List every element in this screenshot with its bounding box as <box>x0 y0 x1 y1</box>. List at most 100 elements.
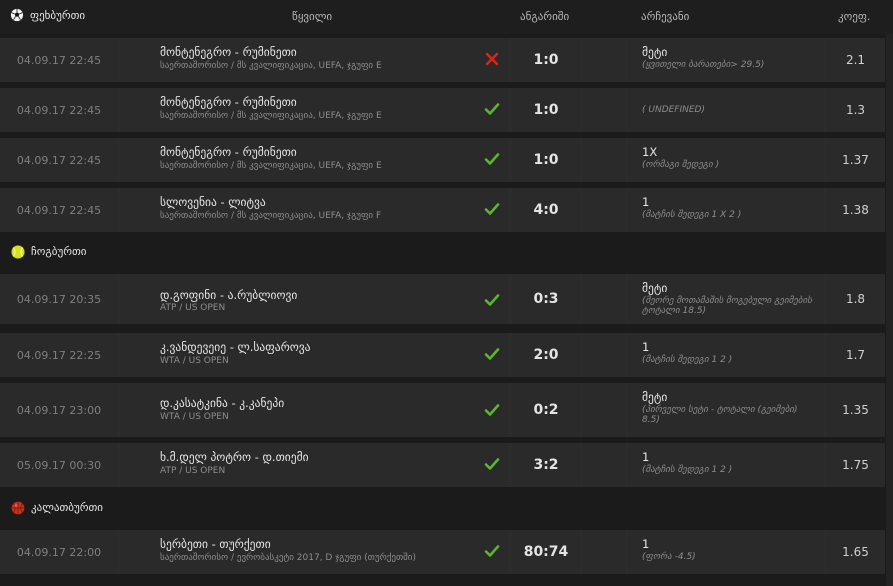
selection-description: (ყვითელი ბარათები> 29.5) <box>642 60 765 70</box>
sport-basketball-header: კალათბურთი <box>0 489 893 527</box>
selection-cell: 1 (მატჩის შედეგი 1 2 ) <box>628 333 824 377</box>
selection-cell: მეტი (პირველი სეტი - ტოტალი (გეიმები) 8.… <box>628 383 824 437</box>
event-league: საერთაშორისო / მს კვალიფიკაცია, UEFA, ჯგ… <box>160 211 382 221</box>
odd-value: 2.1 <box>826 38 885 82</box>
event-teams: მონტენეგრო - რუმინეთი <box>160 95 297 109</box>
selection-description: (მეორე მოთამაშის მოგებული გეიმების ტოტალ… <box>642 296 812 316</box>
selection-name: 1 <box>642 537 650 551</box>
selection-cell: მეტი (ყვითელი ბარათები> 29.5) <box>628 38 824 82</box>
event-teams: მონტენეგრო - რუმინეთი <box>160 45 297 59</box>
sport-football-header: ფეხბურთი <box>10 8 85 22</box>
won-check-icon <box>484 404 500 416</box>
selection-cell: 1 (ფორა -4.5) <box>628 530 824 574</box>
selection-cell: მეტი (მეორე მოთამაშის მოგებული გეიმების … <box>628 274 824 324</box>
event-league: ATP / US OPEN <box>160 466 226 476</box>
table-row[interactable]: 04.09.17 20:35 დ.გოფინი - ა.რუბლიოვი ATP… <box>0 274 885 324</box>
won-check-icon <box>484 294 500 306</box>
event-score: 3:2 <box>512 443 580 487</box>
empty-cell <box>582 138 626 182</box>
event-cell: მონტენეგრო - რუმინეთი საერთაშორისო / მს … <box>120 38 508 82</box>
vertical-scrollbar[interactable] <box>886 34 893 586</box>
football-icon <box>10 8 24 22</box>
table-row[interactable]: 04.09.17 22:25 კ.ვანდევეიე - ლ.საფაროვა … <box>0 333 885 377</box>
bet-date: 04.09.17 22:00 <box>0 530 118 574</box>
table-row[interactable]: 05.09.17 00:30 ხ.მ.დელ პოტრო - დ.თიემი A… <box>0 443 885 487</box>
table-row[interactable]: 04.09.17 23:00 დ.კასატკინა - კ.კანეპი WT… <box>0 383 885 437</box>
bet-date: 04.09.17 22:45 <box>0 38 118 82</box>
event-league: საერთაშორისო / ევრობასკეტი 2017, D ჯგუფი… <box>160 553 416 563</box>
empty-cell <box>582 383 626 437</box>
odd-value: 1.65 <box>826 530 885 574</box>
sport-tennis-label: ჩოგბურთი <box>31 245 87 258</box>
odd-value: 1.38 <box>826 188 885 232</box>
bet-date: 04.09.17 22:45 <box>0 188 118 232</box>
event-teams: დ.კასატკინა - კ.კანეპი <box>160 396 285 410</box>
selection-description: (მატჩის შედეგი 1 X 2 ) <box>642 210 742 220</box>
column-header-odd: კოეფ. <box>838 10 871 23</box>
table-row[interactable]: 04.09.17 22:00 სერბეთი - თურქეთი საერთაშ… <box>0 530 885 574</box>
selection-name: მეტი <box>642 390 668 404</box>
won-check-icon <box>484 348 500 360</box>
event-score: 0:2 <box>512 383 580 437</box>
selection-description: (ორმაგი შედეგი ) <box>642 160 720 170</box>
won-check-icon <box>484 545 500 557</box>
tennis-ball-icon <box>11 245 25 259</box>
bet-date: 04.09.17 20:35 <box>0 274 118 324</box>
table-row[interactable]: 04.09.17 22:45 სლოვენია - ლიტვა საერთაშო… <box>0 188 885 232</box>
event-cell: კ.ვანდევეიე - ლ.საფაროვა WTA / US OPEN <box>120 333 508 377</box>
empty-cell <box>582 333 626 377</box>
event-teams: კ.ვანდევეიე - ლ.საფაროვა <box>160 340 311 354</box>
event-cell: მონტენეგრო - რუმინეთი საერთაშორისო / მს … <box>120 88 508 132</box>
event-teams: სერბეთი - თურქეთი <box>160 537 271 551</box>
won-check-icon <box>484 203 500 215</box>
odd-value: 1.7 <box>826 333 885 377</box>
odd-value: 1.37 <box>826 138 885 182</box>
selection-description: (პირველი სეტი - ტოტალი (გეიმები) 8.5) <box>642 405 798 425</box>
event-league: WTA / US OPEN <box>160 356 229 366</box>
event-cell: მონტენეგრო - რუმინეთი საერთაშორისო / მს … <box>120 138 508 182</box>
odd-value: 1.3 <box>826 88 885 132</box>
sport-tennis-header: ჩოგბურთი <box>0 233 893 271</box>
selection-cell: 1X (ორმაგი შედეგი ) <box>628 138 824 182</box>
event-score: 1:0 <box>512 38 580 82</box>
table-header: ფეხბურთი წყვილი ანგარიში არჩევანი კოეფ. <box>0 0 893 34</box>
event-league: საერთაშორისო / მს კვალიფიკაცია, UEFA, ჯგ… <box>160 61 382 71</box>
event-cell: დ.გოფინი - ა.რუბლიოვი ATP / US OPEN <box>120 274 508 324</box>
column-header-score: ანგარიში <box>520 10 570 23</box>
event-score: 4:0 <box>512 188 580 232</box>
event-league: ATP / US OPEN <box>160 303 226 313</box>
bet-date: 04.09.17 23:00 <box>0 383 118 437</box>
event-league: WTA / US OPEN <box>160 412 229 422</box>
event-score: 0:3 <box>512 274 580 324</box>
basketball-icon <box>11 501 25 515</box>
selection-description: ( UNDEFINED) <box>642 105 705 115</box>
table-row[interactable]: 04.09.17 22:45 მონტენეგრო - რუმინეთი საე… <box>0 38 885 82</box>
odd-value: 1.35 <box>826 383 885 437</box>
bet-date: 04.09.17 22:45 <box>0 88 118 132</box>
event-score: 1:0 <box>512 88 580 132</box>
empty-cell <box>582 530 626 574</box>
table-row[interactable]: 04.09.17 22:45 მონტენეგრო - რუმინეთი საე… <box>0 138 885 182</box>
empty-cell <box>582 188 626 232</box>
event-cell: ხ.მ.დელ პოტრო - დ.თიემი ATP / US OPEN <box>120 443 508 487</box>
sport-basketball-label: კალათბურთი <box>31 501 103 514</box>
column-header-selection: არჩევანი <box>641 10 690 23</box>
event-score: 1:0 <box>512 138 580 182</box>
bet-date: 04.09.17 22:45 <box>0 138 118 182</box>
empty-cell <box>582 274 626 324</box>
selection-name: 1 <box>642 450 650 464</box>
event-teams: მონტენეგრო - რუმინეთი <box>160 145 297 159</box>
empty-cell <box>582 88 626 132</box>
column-header-pair: წყვილი <box>292 10 333 23</box>
won-check-icon <box>484 103 500 115</box>
table-row[interactable]: 04.09.17 22:45 მონტენეგრო - რუმინეთი საე… <box>0 88 885 132</box>
bet-date: 05.09.17 00:30 <box>0 443 118 487</box>
selection-cell: 1 (მატჩის შედეგი 1 2 ) <box>628 443 824 487</box>
selection-description: (ფორა -4.5) <box>642 552 696 562</box>
selection-name: მეტი <box>642 281 668 295</box>
selection-name: 1 <box>642 195 650 209</box>
selection-cell: 1 (მატჩის შედეგი 1 X 2 ) <box>628 188 824 232</box>
odd-value: 1.8 <box>826 274 885 324</box>
selection-cell: ( UNDEFINED) <box>628 88 824 132</box>
empty-cell <box>582 38 626 82</box>
